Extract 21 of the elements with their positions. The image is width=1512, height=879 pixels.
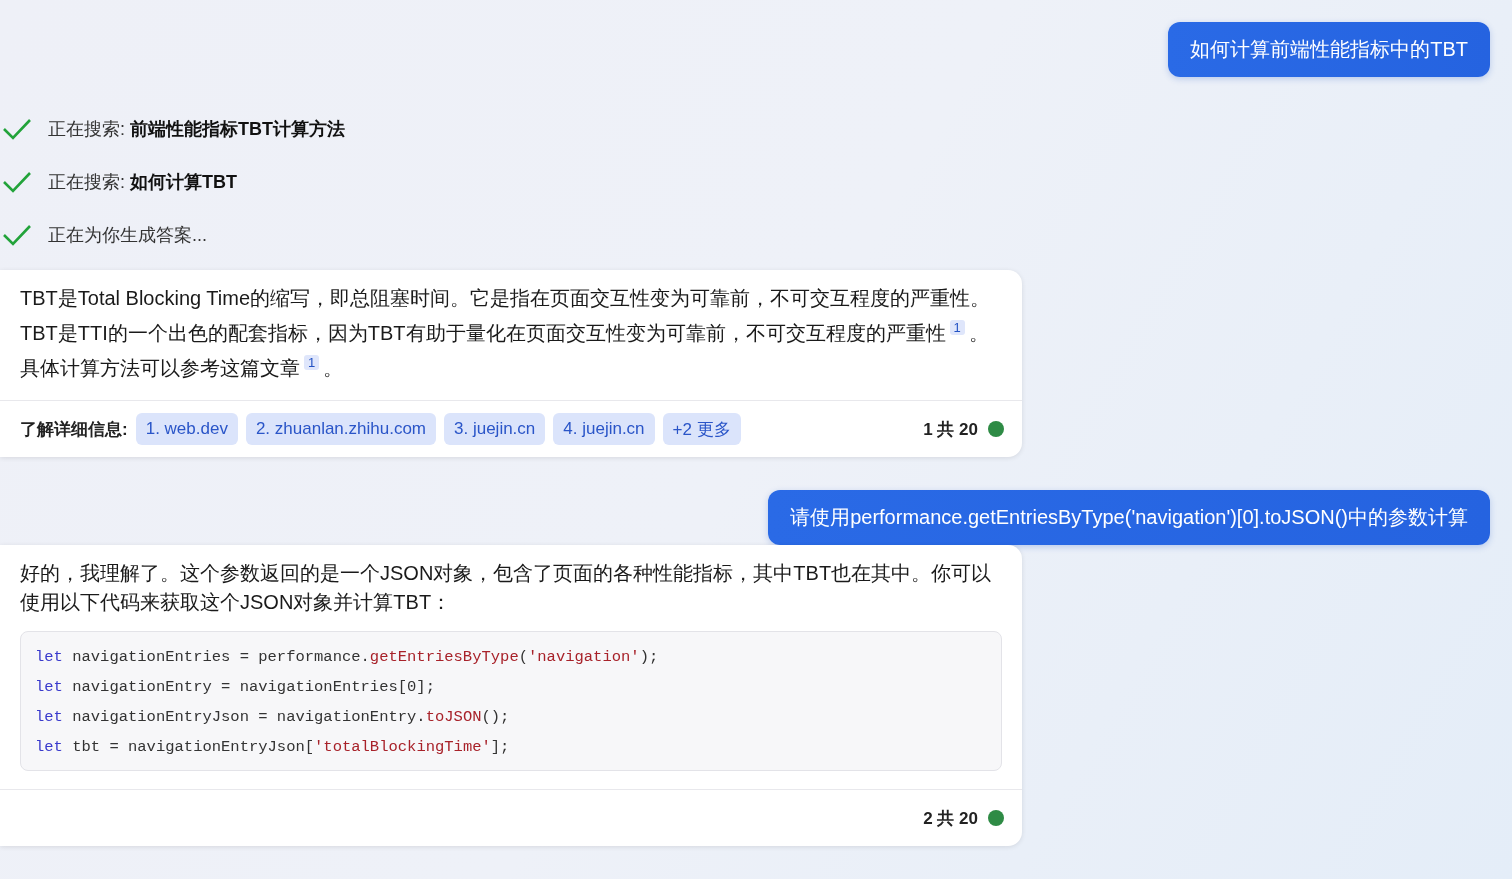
user-message: 请使用performance.getEntriesByType('navigation')[0].toJSON()中的参数计算	[768, 490, 1490, 546]
source-link[interactable]: 1. web.dev	[135, 413, 238, 446]
code-line: let navigationEntries = performance.getEntriesByType('navigation');	[35, 647, 660, 669]
answer-text: TBT是Total Blocking Time的缩写，即总阻塞时间。它是指在页面交互性变为可靠前，不可交互程度的严重性。TBT是TTI的一个出色的配套指标，因为TBT有助于量化在页面交互性变为可靠前，不可交互程度的严重性$^{1}$。具体计算方法可以参考这篇文章$^{1}$。	[20, 286, 992, 381]
code-line: let tbt = navigationEntryJson['totalBlockingTime'];	[35, 737, 511, 759]
status-dot	[988, 810, 1004, 827]
response-counter: 2 共 20	[923, 807, 978, 830]
search-step-text: 正在搜索: 前端性能指标TBT计算方法	[48, 118, 345, 141]
source-link[interactable]: 2. zhuanlan.zhihu.com	[245, 413, 436, 446]
code-line: let navigationEntryJson = navigationEntry.toJSON();	[35, 707, 511, 729]
user-message: 如何计算前端性能指标中的TBT	[1168, 22, 1490, 77]
search-step-text: 正在为你生成答案...	[48, 224, 207, 247]
answer-text: 好的，我理解了。这个参数返回的是一个JSON对象，包含了页面的各种性能指标，其中TBT也在其中。你可以使用以下代码来获取这个JSON对象并计算TBT：	[20, 561, 993, 616]
search-step-text: 正在搜索: 如何计算TBT	[48, 171, 237, 194]
source-link[interactable]: 3. juejin.cn	[444, 413, 546, 446]
code-line: let navigationEntry = navigationEntries[0];	[35, 677, 436, 699]
status-dot	[988, 421, 1004, 438]
response-counter: 1 共 20	[923, 418, 978, 441]
learn-more-label: 了解详细信息:	[20, 418, 128, 441]
source-link[interactable]: 4. juejin.cn	[553, 413, 655, 446]
source-link[interactable]: +2 更多	[662, 413, 741, 446]
